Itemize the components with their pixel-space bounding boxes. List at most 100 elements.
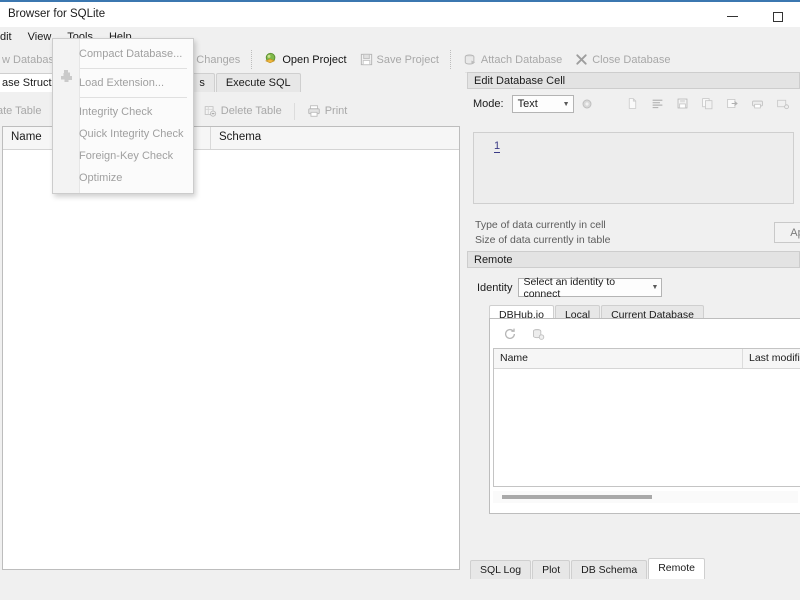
bottom-tab-remote-label: Remote [658,562,695,574]
open-project-button[interactable]: Open Project [258,47,352,72]
dropdown-separator-1 [79,68,187,69]
export-cell-button[interactable] [724,94,744,114]
attach-database-icon [463,52,478,67]
remote-horizontal-scrollbar[interactable] [493,491,798,503]
save-icon [676,97,691,112]
delete-table-icon [203,104,218,119]
open-project-label: Open Project [282,53,347,66]
print-icon [307,104,322,119]
bottom-tab-plot-label: Plot [542,564,561,576]
mode-label: Mode: [473,98,504,110]
cell-status-block: Type of data currently in cell Size of d… [475,218,610,248]
menu-compact-database[interactable]: Compact Database... [53,43,193,65]
refresh-button[interactable] [500,324,520,344]
cell-type-status: Type of data currently in cell [475,219,606,231]
remote-list-header: Name Last modified [494,349,800,369]
bottom-tab-db-schema-label: DB Schema [581,564,638,576]
identity-label: Identity [477,281,513,294]
remote-column-name[interactable]: Name [494,349,743,368]
chevron-down-icon: ▼ [562,100,570,108]
delete-table-label: Delete Table [220,105,282,117]
tab-execute-sql[interactable]: Execute SQL [215,73,301,92]
remote-action-icons [490,319,800,344]
attach-database-button[interactable]: Attach Database [457,47,568,72]
bottom-tab-strip: SQL Log Plot DB Schema Remote [470,558,706,579]
cell-line-number: 1 [494,140,501,153]
tab-execute-sql-label: Execute SQL [225,77,291,89]
menu-optimize[interactable]: Optimize [53,167,193,189]
save-cell-button[interactable] [674,94,694,114]
bottom-tab-db-schema[interactable]: DB Schema [571,560,648,579]
dropdown-separator-2 [79,97,187,98]
identity-row: Identity Select an identity to connect ▼ [467,268,800,300]
bottom-tab-remote[interactable]: Remote [648,558,705,579]
menu-foreign-key-check-label: Foreign-Key Check [79,150,174,162]
menu-integrity-check[interactable]: Integrity Check [53,101,193,123]
tab-edit-pragmas-label: s [199,77,205,89]
create-table-label: ate Table [0,105,42,117]
cell-editor[interactable]: 1 [473,132,794,204]
cell-action-icons [624,94,794,114]
save-project-icon [359,52,374,67]
close-database-label: Close Database [592,53,671,66]
print-cell-button[interactable] [749,94,769,114]
toolbar-separator-1 [251,50,253,69]
menu-optimize-label: Optimize [79,172,123,184]
identity-select-value: Select an identity to connect [523,275,616,300]
bottom-tab-sql-log[interactable]: SQL Log [470,560,532,579]
minimize-button[interactable] [710,4,755,29]
cell-size-status: Size of data currently in table [475,234,611,246]
dbbrowser-window: Browser for SQLite dit View Tools Help w… [0,0,800,600]
open-project-icon [264,52,279,67]
bottom-tab-plot[interactable]: Plot [532,560,571,579]
refresh-icon [503,327,518,342]
clone-database-icon [531,327,546,342]
save-project-label: Save Project [376,53,439,66]
load-extension-icon [58,68,74,84]
copy-icon [701,97,716,112]
word-wrap-button[interactable] [649,94,669,114]
column-header-schema[interactable]: Schema [211,127,361,149]
copy-cell-button[interactable] [699,94,719,114]
print-label: Print [324,105,348,117]
bottom-tab-sql-log-label: SQL Log [480,564,522,576]
settings-cell-icon [776,97,791,112]
menu-compact-database-label: Compact Database... [79,48,183,60]
scrollbar-thumb[interactable] [502,495,652,499]
maximize-button[interactable] [755,4,800,29]
print-button[interactable]: Print [300,99,355,123]
document-icon [626,97,641,112]
menu-item-edit[interactable]: dit [0,27,20,47]
edit-cell-panel-title: Edit Database Cell [467,72,800,89]
menu-integrity-check-label: Integrity Check [79,106,153,118]
menu-quick-integrity-check-label: Quick Integrity Check [79,128,184,140]
chevron-down-icon: ▼ [651,284,659,291]
clone-database-button[interactable] [528,324,548,344]
identity-select[interactable]: Select an identity to connect ▼ [518,275,663,300]
import-cell-button[interactable] [624,94,644,114]
minimize-icon [727,16,738,17]
title-bar: Browser for SQLite [0,0,800,27]
create-table-button[interactable]: ate Table [0,99,48,123]
remote-panel: Remote Identity Select an identity to co… [467,251,800,550]
tools-dropdown-menu[interactable]: Compact Database... Load Extension... In… [52,38,194,194]
cell-settings-button[interactable] [578,94,598,114]
remote-column-last-modified[interactable]: Last modified [743,349,800,368]
apply-button-label: Ap [790,226,800,239]
save-project-button[interactable]: Save Project [353,47,445,72]
cell-settings-2-button[interactable] [774,94,794,114]
menu-quick-integrity-check[interactable]: Quick Integrity Check [53,123,193,145]
maximize-icon [772,11,783,22]
edit-cell-toolbar: Mode: Text ▼ [467,89,800,119]
mode-select[interactable]: Text ▼ [511,95,574,113]
toolbar-separator-2 [449,50,452,69]
export-icon [726,97,741,112]
window-controls [710,4,800,29]
remote-panel-title: Remote [467,251,800,268]
menu-foreign-key-check[interactable]: Foreign-Key Check [53,145,193,167]
menu-load-extension[interactable]: Load Extension... [53,72,193,94]
close-database-button[interactable]: Close Database [568,47,676,72]
delete-table-button[interactable]: Delete Table [196,99,289,123]
apply-button[interactable]: Ap [774,222,800,243]
remote-file-list[interactable]: Name Last modified [493,348,800,487]
